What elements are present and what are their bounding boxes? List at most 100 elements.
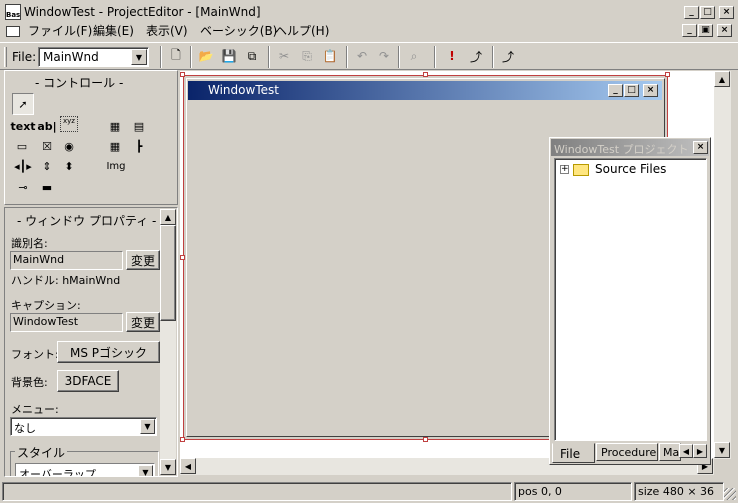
- scroll-down-icon[interactable]: ▼: [714, 442, 730, 458]
- maximize-button[interactable]: □: [700, 6, 715, 19]
- cut-icon[interactable]: ✂: [274, 47, 294, 65]
- open-folder-icon[interactable]: 📂: [196, 47, 216, 65]
- text-tool[interactable]: text: [10, 118, 35, 134]
- caption-change-button[interactable]: 変更: [126, 312, 160, 332]
- scroll-left-icon[interactable]: ◀: [180, 458, 196, 474]
- tree-item-source-files[interactable]: Source Files: [595, 162, 666, 176]
- id-change-button[interactable]: 変更: [126, 250, 160, 270]
- resize-handle[interactable]: [180, 255, 185, 260]
- id-field[interactable]: MainWnd: [10, 251, 123, 270]
- tab-scroll-right-icon[interactable]: ▶: [693, 444, 707, 458]
- project-tree[interactable]: + Source Files: [554, 158, 707, 441]
- resize-handle[interactable]: [180, 72, 185, 77]
- updown-tool-icon[interactable]: ⬍: [60, 158, 78, 174]
- groupbox-tool[interactable]: xyz: [60, 116, 78, 132]
- properties-scrollbar[interactable]: ▲ ▼: [160, 209, 176, 475]
- run-icon[interactable]: ⤴: [466, 47, 486, 65]
- size-grip[interactable]: [724, 488, 736, 500]
- project-titlebar[interactable]: WindowTest プロジェクト ×: [551, 139, 709, 156]
- controls-panel: - コントロール - ➚ text ab| xyz ▦ ▤ ▭ ☒ ◉ ▦ ┣ …: [4, 70, 178, 205]
- save-icon[interactable]: 💾: [219, 47, 239, 65]
- mdi-close-button[interactable]: ×: [717, 24, 732, 37]
- designed-maximize-button[interactable]: □: [624, 84, 639, 97]
- scroll-down-icon[interactable]: ▼: [160, 459, 176, 475]
- mdi-child-icon[interactable]: [6, 26, 20, 37]
- minimize-button[interactable]: _: [684, 6, 699, 19]
- expand-icon[interactable]: +: [560, 165, 569, 174]
- trackbar-tool-icon[interactable]: ⊸: [13, 179, 33, 195]
- mdi-minimize-button[interactable]: _: [682, 24, 697, 37]
- caption-label: キャプション:: [11, 299, 81, 312]
- tab-file[interactable]: File: [552, 443, 595, 463]
- listview-report-tool-icon[interactable]: ▤: [129, 118, 149, 134]
- menu-select[interactable]: なし ▼: [10, 417, 157, 436]
- button-tool-icon[interactable]: ▭: [13, 138, 31, 154]
- menu-help[interactable]: ヘルプ(H): [275, 22, 329, 40]
- progress-tool-icon[interactable]: ▬: [37, 179, 57, 195]
- pointer-tool-icon[interactable]: ➚: [12, 93, 34, 115]
- copy-icon[interactable]: ⎘: [297, 47, 317, 65]
- file-select[interactable]: MainWnd ▼: [38, 47, 149, 67]
- style-label: スタイル: [15, 444, 68, 461]
- tab-scroll-left-icon[interactable]: ◀: [679, 444, 693, 458]
- project-panel: WindowTest プロジェクト × + Source Files File …: [549, 137, 711, 465]
- designed-close-button[interactable]: ×: [643, 84, 658, 97]
- designed-minimize-button[interactable]: _: [608, 84, 623, 97]
- scroll-up-icon[interactable]: ▲: [160, 209, 176, 225]
- properties-title: - ウィンドウ プロパティ -: [17, 214, 157, 228]
- tab-procedure[interactable]: Procedure: [596, 443, 658, 461]
- designed-window-title: WindowTest: [208, 83, 279, 97]
- menu-basic[interactable]: ベーシック(B): [200, 22, 277, 40]
- chevron-down-icon[interactable]: ▼: [140, 419, 155, 434]
- resize-handle[interactable]: [423, 72, 428, 77]
- checkbox-tool-icon[interactable]: ☒: [38, 138, 56, 154]
- chevron-down-icon[interactable]: ▼: [131, 49, 147, 65]
- file-select-value: MainWnd: [43, 50, 99, 64]
- status-bar: pos 0, 0 size 480 × 36: [0, 480, 738, 503]
- font-button[interactable]: MS Pゴシック: [57, 341, 160, 363]
- toolbar-separator: [160, 46, 162, 68]
- menu-file[interactable]: ファイル(F): [28, 22, 92, 40]
- style-select-value: オーバーラップ: [19, 468, 96, 477]
- close-button[interactable]: ×: [719, 6, 734, 19]
- menu-edit[interactable]: 編集(E): [93, 22, 134, 40]
- resize-handle[interactable]: [423, 437, 428, 442]
- app-icon[interactable]: Bas: [5, 4, 21, 20]
- find-icon[interactable]: ⌕: [404, 47, 424, 65]
- image-tool[interactable]: Img: [105, 158, 127, 174]
- design-vscrollbar[interactable]: ▲ ▼: [714, 71, 731, 459]
- resize-handle[interactable]: [180, 437, 185, 442]
- toolbar-separator: [346, 46, 348, 68]
- status-size-text: size 480 × 36: [638, 485, 715, 498]
- app-titlebar[interactable]: Bas WindowTest - ProjectEditor - [MainWn…: [2, 3, 736, 21]
- paste-icon[interactable]: 📋: [320, 47, 340, 65]
- scroll-thumb[interactable]: [160, 225, 176, 321]
- grid-tool-icon[interactable]: ▦: [105, 138, 125, 154]
- resize-handle[interactable]: [665, 72, 670, 77]
- radio-tool-icon[interactable]: ◉: [60, 138, 78, 154]
- mdi-restore-button[interactable]: ▣: [698, 24, 713, 37]
- style-select[interactable]: オーバーラップ ▼: [15, 463, 155, 477]
- redo-icon[interactable]: ↷: [374, 47, 394, 65]
- listview-tool-icon[interactable]: ▦: [105, 118, 125, 134]
- scroll-up-icon[interactable]: ▲: [714, 71, 730, 87]
- new-file-icon[interactable]: 🗋: [166, 47, 186, 65]
- tab-ma[interactable]: Ma: [659, 443, 681, 461]
- hscroll-tool-icon[interactable]: ◂┃▸: [13, 158, 33, 174]
- treeview-tool-icon[interactable]: ┣: [129, 138, 149, 154]
- undo-icon[interactable]: ↶: [352, 47, 372, 65]
- status-main: [2, 482, 512, 501]
- compile-icon[interactable]: !: [442, 47, 462, 65]
- vscroll-tool-icon[interactable]: ⇕: [37, 158, 57, 174]
- toolbar-separator: [434, 46, 436, 68]
- caption-field[interactable]: WindowTest: [10, 313, 123, 332]
- project-title: WindowTest プロジェクト: [554, 143, 689, 156]
- designed-window-titlebar[interactable]: WindowTest _ □ ×: [188, 81, 662, 100]
- save-all-icon[interactable]: ⧉: [242, 47, 262, 65]
- bg-color-button[interactable]: 3DFACE: [57, 370, 119, 392]
- menu-view[interactable]: 表示(V): [146, 22, 188, 40]
- debug-icon[interactable]: ⤴: [498, 47, 518, 65]
- edit-tool[interactable]: ab|: [36, 118, 58, 134]
- chevron-down-icon[interactable]: ▼: [138, 465, 153, 476]
- project-close-button[interactable]: ×: [693, 141, 708, 154]
